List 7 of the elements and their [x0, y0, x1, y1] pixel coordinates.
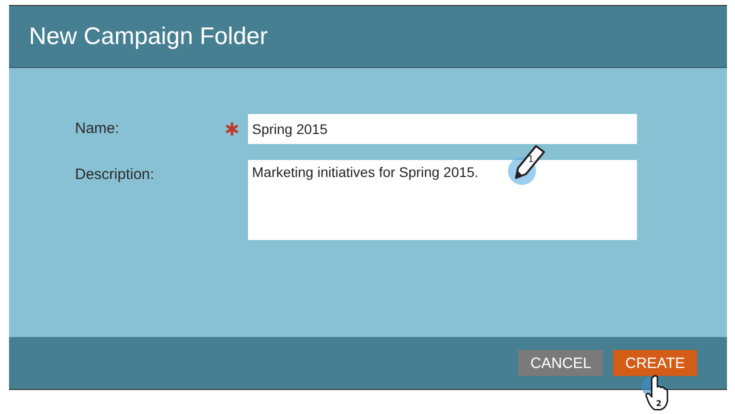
field-label: Description:: [75, 165, 156, 185]
pencil-icon: [515, 145, 545, 179]
cancel-button[interactable]: CANCEL: [518, 350, 604, 376]
dialog-title: New Campaign Folder: [29, 22, 268, 50]
create-button[interactable]: CREATE: [613, 350, 697, 376]
field-label: Name:: [75, 119, 120, 139]
hand-cursor-icon: [645, 375, 668, 410]
